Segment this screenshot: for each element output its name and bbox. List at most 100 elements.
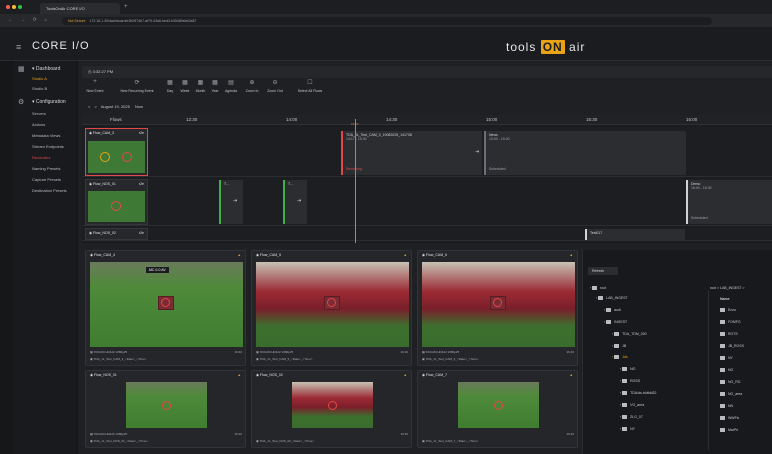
event-news[interactable]: News 15:00 - 15:30 Scheduled [484,131,686,175]
month-view-button[interactable]: ▦ Month [193,79,208,93]
column-header-name: Name [720,297,730,301]
tree-item[interactable]: › INGEST [604,320,627,324]
event-title: T... [288,182,293,186]
sidebar-item-naming-presets[interactable]: Naming Presets [32,166,60,171]
file-row[interactable]: MarPri [720,428,738,432]
menu-icon[interactable]: ≡ [16,42,21,52]
zoom-in-button[interactable]: ⊕ Zoom In [243,79,261,93]
folder-icon [720,404,725,408]
timeline-row [82,178,772,226]
event-short[interactable]: T... ⇥ [283,180,307,224]
calendar-icon: ▦ [182,80,188,86]
tree-item[interactable]: › ROSS [620,379,640,383]
sidebar-item-actions[interactable]: Actions [32,122,45,127]
next-day-button[interactable]: > [94,104,96,109]
calendar-icon: ▦ [167,80,173,86]
event-short[interactable]: T... ⇥ [219,180,243,224]
file-row[interactable]: Enzo [720,308,736,312]
file-row[interactable]: WWFic [720,416,739,420]
new-tab-button[interactable]: + [124,4,128,10]
folder-icon [598,296,604,300]
file-row[interactable]: JB_ROSS [720,344,744,348]
flow-card[interactable]: ◉ Flow_NOS_02 ▲ 16:40 ▣ TDA_JL_Test_NOS_0… [251,370,412,448]
flow-cell-nos-02[interactable]: ◉ Flow_NOS_02 r2e [85,228,148,240]
browser-nav-icons[interactable]: ← → ⟳ ⌂ [8,17,50,23]
sidebar-item-destination-presets[interactable]: Destination Presets [32,188,67,193]
sidebar-item-capture-presets[interactable]: Capture Presets [32,177,61,182]
browser-tab[interactable]: ToolsOnAir CORE I/O [40,3,120,14]
event-recording[interactable]: TDA_JL_Test_CAM_3_19082025_141708 14:17 … [341,131,482,175]
sidebar-item-recorders[interactable]: Recorders [32,155,50,160]
event-status: Scheduled [691,216,708,220]
tree-item[interactable]: › audi [604,308,621,312]
close-window-icon[interactable] [6,5,10,9]
tree-item[interactable]: › VO_area [620,403,644,407]
card-format: 16:40 [566,432,574,436]
week-view-button[interactable]: ▦ Week [178,79,192,93]
now-button[interactable]: Now [135,104,143,109]
file-row[interactable]: NO_RG [720,380,740,384]
agenda-view-button[interactable]: ▤ Agenda [222,79,240,93]
folder-icon [622,415,628,419]
tree-item-selected[interactable]: › Jds [612,355,628,359]
sidebar-dashboard[interactable]: ▾ Dashboard [32,66,60,72]
card-title: ◉ Flow_CAM_5 ▲ [256,253,407,257]
refresh-button[interactable]: Refresh [588,267,618,275]
warning-icon: ▲ [569,253,573,257]
flow-card[interactable]: ◉ Flow_CAM_4 ▲ MC 0-0 AV ▦ XDCAM HD422 10… [85,250,246,366]
year-view-button[interactable]: ▦ Year [209,79,221,93]
event-demo[interactable]: Demo 16:00 - 16:30 Scheduled [686,180,772,224]
file-row[interactable]: NN [720,404,733,408]
sidebar-item-servers[interactable]: Servers [32,111,46,116]
flow-card[interactable]: ◉ Flow_CAM_7 ▲ 16:40 ▣ TDA_JL_Test_CAM_7_… [417,370,578,448]
prev-day-button[interactable]: < [88,104,90,109]
file-row[interactable]: NY [720,356,733,360]
card-format: 16:40 [400,432,408,436]
tree-item[interactable]: › NY [620,427,635,431]
file-row[interactable]: FOMFG [720,320,741,324]
tree-item[interactable]: › NO [620,367,635,371]
path-breadcrumb: root > LAB_INGEST > [710,286,745,290]
card-title: ◉ Flow_CAM_7 ▲ [422,373,573,377]
flow-card[interactable]: ◉ Flow_CAM_6 ▲ ▦ XDCAM HD422 1080p25 16:40… [417,250,578,366]
flow-cell-cam-3[interactable]: ◉ Flow_CAM_3 r2e [85,128,148,176]
sidebar-item-stream-endpoints[interactable]: Stream Endpoints [32,144,64,149]
flow-card[interactable]: ◉ Flow_NOS_01 ▲ ▦ XDCAM HD422 1080p25 16:4… [85,370,246,448]
date-label[interactable]: August 19, 2025 [101,104,130,109]
select-all-flows-button[interactable]: ☐ Select All Flows [290,79,330,93]
address-input[interactable]: Not Secure 172.16.1.39/dashboard/e2b0974b… [62,17,712,25]
warning-icon: ▲ [237,253,241,257]
folder-icon [720,380,725,384]
tree-item[interactable]: › TDA/ds-bldfdd32 [620,391,656,395]
file-row[interactable]: ROTS [720,332,738,336]
tree-item[interactable]: › LAB_INGEST [596,296,628,300]
file-row[interactable]: NO_area [720,392,742,396]
recurring-icon: ⟳ [134,80,140,86]
folder-icon [720,392,725,396]
maximize-window-icon[interactable] [18,5,22,9]
sidebar-configuration[interactable]: ▾ Configuration [32,99,66,105]
sidebar-item-studio-a[interactable]: Studio A [32,76,47,81]
security-label: Not Secure [68,19,86,23]
minimize-window-icon[interactable] [12,5,16,9]
zoom-out-button[interactable]: ⊖ Zoom Out [264,79,286,93]
pane-divider[interactable] [708,290,709,450]
tree-item[interactable]: › ZLG_07 [620,415,643,419]
flow-cell-nos-01[interactable]: ◉ Flow_NOS_01 r2e [85,179,148,225]
tree-item[interactable]: › root [590,286,606,290]
tree-item[interactable]: › TDA_TOM_000 [612,332,647,336]
flow-card[interactable]: ◉ Flow_CAM_5 ▲ ▦ XDCAM HD422 1080p25 16:40… [251,250,412,366]
new-recurring-event-button[interactable]: ⟳ New Recurring Event [113,79,161,93]
clock-display: 3:32:27 PM [92,69,114,74]
flow-name: ◉ Flow_CAM_3 r2e [89,131,144,135]
day-view-button[interactable]: ▦ Day [164,79,176,93]
card-format: ▦ XDCAM HD422 1080p25 16:40 [256,350,408,354]
tree-item[interactable]: › JB [612,344,626,348]
card-filename: ▣ TDA_JL_Test_NOS_01_<Date>_<Time> [90,439,149,443]
new-event-button[interactable]: + New Event [86,79,104,93]
event-test[interactable]: Test017 [585,229,685,240]
card-filename: ▣ TDA_JL_Test_CAM_6_<Date>_<Time> [422,357,479,361]
sidebar-item-metadata-views[interactable]: Metadata Views [32,133,60,138]
sidebar-item-studio-b[interactable]: Studio B [32,86,47,91]
file-row[interactable]: NO [720,368,733,372]
